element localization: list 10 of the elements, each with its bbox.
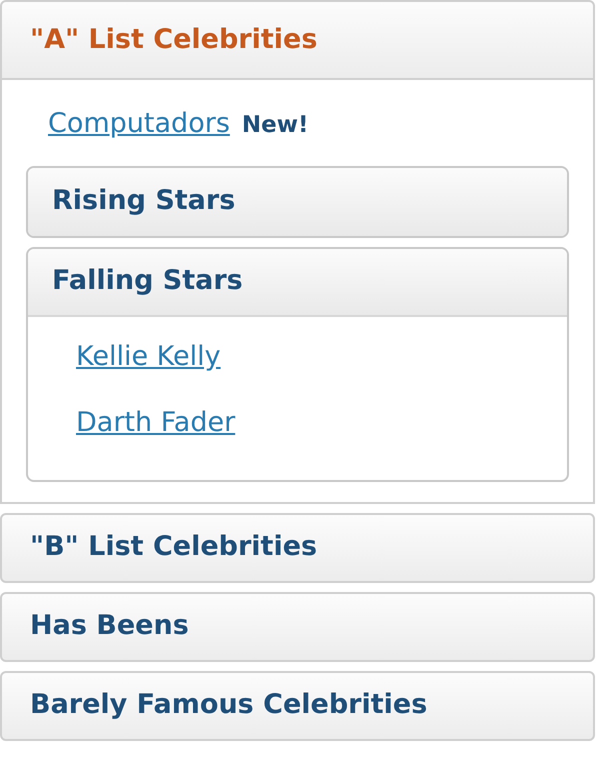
link[interactable]: Computadors (48, 104, 230, 144)
section-header[interactable]: Has Beens (0, 592, 595, 662)
section-header[interactable]: "B" List Celebrities (0, 512, 595, 582)
section-header[interactable]: Barely Famous Celebrities (0, 670, 595, 740)
accordion-header[interactable]: Rising Stars (28, 168, 567, 236)
link[interactable]: Darth Fader (76, 403, 236, 444)
accordion-header[interactable]: Falling Stars (28, 248, 567, 316)
new-label: New! (242, 111, 308, 140)
section-header[interactable]: "A" List Celebrities (0, 0, 595, 80)
link[interactable]: Kellie Kelly (76, 336, 221, 377)
